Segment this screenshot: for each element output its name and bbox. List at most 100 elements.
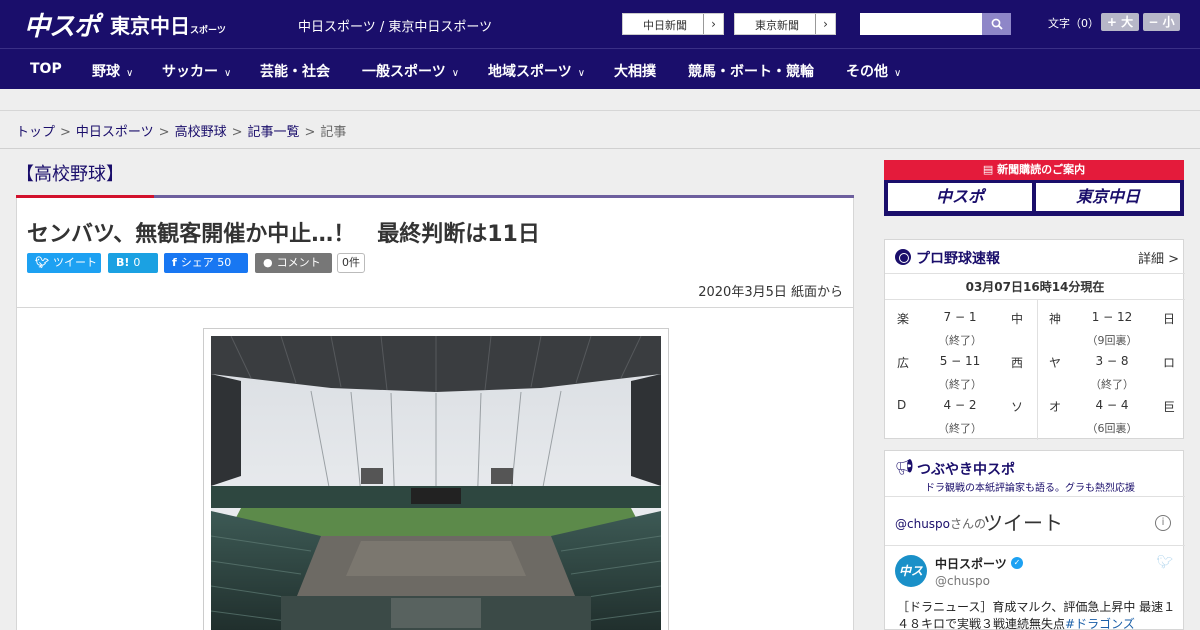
chevron-down-icon: ∨ bbox=[894, 68, 902, 79]
scores-title: プロ野球速報 bbox=[916, 251, 1000, 267]
twitter-bird-icon[interactable]: 🐦︎ bbox=[1156, 555, 1173, 570]
game-score[interactable]: 広 5 − 11 西 （終了） bbox=[885, 344, 1035, 391]
nav-label: 一般スポーツ bbox=[362, 64, 446, 80]
breadcrumb-separator: > bbox=[60, 125, 71, 140]
nav-label: TOP bbox=[30, 61, 62, 77]
site-names: 中日スポーツ / 東京中日スポーツ bbox=[298, 20, 493, 35]
team-away: 日 bbox=[1162, 312, 1175, 326]
top-header: 中スポ 東京中日スポーツ 中日スポーツ / 東京中日スポーツ 中日新聞 › 東京… bbox=[0, 0, 1200, 48]
chevron-down-icon: ∨ bbox=[451, 68, 460, 79]
tweet-text: ［ドラニュース］育成マルク、評価急上昇中 最速１４８キロで実戦３戦連続無失点#ド… bbox=[897, 599, 1177, 630]
subscribe-tokyo-logo[interactable]: 東京中日 bbox=[1036, 183, 1180, 211]
nav-label: 大相撲 bbox=[614, 64, 656, 80]
facebook-share-count: 50 bbox=[217, 256, 232, 269]
search-icon bbox=[991, 18, 1003, 30]
nav-item-soccer[interactable]: サッカー ∨ bbox=[162, 61, 231, 81]
twitter-handle[interactable]: @chuspoさんの bbox=[895, 515, 986, 532]
account-handle[interactable]: @chuspo bbox=[935, 574, 990, 588]
twitter-widget-title: つぶやき中スポ bbox=[917, 462, 1015, 478]
twitter-widget-header: 📢︎ つぶやき中スポ ドラ観戦の本紙評論家も語る。グラも熱烈応援 bbox=[885, 451, 1185, 497]
breadcrumb-chunichi-sports[interactable]: 中日スポーツ bbox=[76, 125, 154, 140]
scores-detail-link[interactable]: 詳細 > bbox=[1138, 248, 1179, 267]
subscribe-chuspo-logo[interactable]: 中スポ bbox=[888, 183, 1032, 211]
twitter-widget-subtitle: ドラ観戦の本紙評論家も語る。グラも熱烈応援 bbox=[925, 483, 1135, 494]
chevron-right-icon: › bbox=[815, 14, 835, 34]
nav-label: 競馬・ボート・競輪 bbox=[688, 64, 814, 80]
nav-item-baseball[interactable]: 野球 ∨ bbox=[92, 61, 133, 81]
hatena-bookmark-button[interactable]: B! 0 bbox=[108, 253, 158, 273]
chevron-down-icon: ∨ bbox=[577, 68, 586, 79]
tokyo-logo-text: 東京中日 bbox=[110, 14, 190, 38]
nav-item-top[interactable]: TOP bbox=[30, 61, 62, 77]
main-nav: TOP 野球 ∨ サッカー ∨ 芸能・社会 一般スポーツ ∨ 地域スポーツ ∨ 大相撲 … bbox=[0, 48, 1200, 89]
breadcrumb-separator: > bbox=[231, 125, 243, 140]
subscription-heading: ▤ 新聞購読のご案内 bbox=[884, 160, 1184, 180]
comment-label: コメント bbox=[276, 256, 321, 269]
subscription-heading-text: 新聞購読のご案内 bbox=[997, 163, 1086, 176]
nav-label: その他 bbox=[846, 64, 888, 80]
nav-item-general-sports[interactable]: 一般スポーツ ∨ bbox=[362, 61, 459, 81]
game-status: （終了） bbox=[938, 422, 982, 435]
font-smaller-button[interactable]: − 小 bbox=[1143, 13, 1180, 31]
chevron-down-icon: ∨ bbox=[126, 68, 134, 79]
team-away: ロ bbox=[1162, 356, 1175, 370]
comment-button[interactable]: ● コメント bbox=[255, 253, 332, 273]
tweet-divider bbox=[885, 545, 1185, 546]
tokyo-shimbun-link[interactable]: 東京新聞 › bbox=[734, 13, 836, 35]
megaphone-icon: 📢︎ bbox=[895, 458, 915, 476]
stadium-photo[interactable] bbox=[211, 336, 661, 630]
account-name[interactable]: 中日スポーツ bbox=[935, 555, 1007, 572]
tokyo-logo-small: スポーツ bbox=[190, 26, 226, 36]
nav-item-entertainment[interactable]: 芸能・社会 bbox=[260, 61, 330, 81]
speech-bubble-icon: ● bbox=[263, 256, 273, 269]
nav-label: サッカー bbox=[162, 64, 218, 80]
hashtag-link[interactable]: #ドラゴンズ bbox=[1065, 617, 1135, 630]
breadcrumb-current: 記事 bbox=[320, 125, 347, 140]
chunichi-shimbun-link[interactable]: 中日新聞 › bbox=[622, 13, 724, 35]
game-score[interactable]: オ 4 − 4 巨 （6回裏） bbox=[1037, 388, 1187, 435]
breadcrumb-top[interactable]: トップ bbox=[16, 125, 55, 140]
handle-text: @chuspo bbox=[895, 517, 951, 531]
breadcrumb-article-list[interactable]: 記事一覧 bbox=[248, 125, 300, 140]
chuspo-logo[interactable]: 中スポ bbox=[24, 6, 100, 43]
link-label: 東京新聞 bbox=[755, 19, 799, 32]
verified-icon: ✓ bbox=[1011, 557, 1023, 569]
ad-strip bbox=[0, 89, 1200, 111]
link-label: 中日新聞 bbox=[643, 19, 687, 32]
game-score[interactable]: ヤ 3 − 8 ロ （終了） bbox=[1037, 344, 1187, 391]
game-status: （6回裏） bbox=[1086, 422, 1138, 435]
team-away: 西 bbox=[1010, 356, 1023, 370]
search-button[interactable] bbox=[982, 13, 1011, 35]
info-icon[interactable]: i bbox=[1155, 515, 1171, 531]
search-input[interactable] bbox=[860, 13, 982, 35]
tokyo-chunichi-logo[interactable]: 東京中日スポーツ bbox=[110, 10, 226, 39]
breadcrumb-high-school-baseball[interactable]: 高校野球 bbox=[175, 125, 227, 140]
hatena-icon: B! bbox=[116, 256, 130, 269]
subscription-banner[interactable]: ▤ 新聞購読のご案内 中スポ 東京中日 bbox=[884, 160, 1184, 216]
comment-count: 0件 bbox=[337, 253, 365, 273]
nav-item-regional-sports[interactable]: 地域スポーツ ∨ bbox=[488, 61, 585, 81]
twitter-widget: 📢︎ つぶやき中スポ ドラ観戦の本紙評論家も語る。グラも熱烈応援 @chuspo… bbox=[884, 450, 1185, 630]
nav-item-other[interactable]: その他 ∨ bbox=[846, 61, 901, 81]
font-size-label: 文字（0） bbox=[1048, 17, 1099, 30]
pro-baseball-scores: プロ野球速報 詳細 > 03月07日16時14分現在 楽 7 − 1 中 （終了… bbox=[884, 239, 1187, 440]
tweet-label: ツイート bbox=[52, 256, 97, 269]
scores-header: プロ野球速報 詳細 > bbox=[885, 240, 1185, 274]
nav-item-racing[interactable]: 競馬・ボート・競輪 bbox=[688, 61, 814, 81]
twitter-bird-icon: 🐦︎ bbox=[35, 256, 49, 269]
game-score[interactable]: 楽 7 − 1 中 （終了） bbox=[885, 300, 1035, 347]
hatena-count: 0 bbox=[133, 256, 141, 269]
font-bigger-button[interactable]: + 大 bbox=[1101, 13, 1139, 31]
avatar[interactable]: 中スポ bbox=[895, 555, 927, 610]
nav-label: 芸能・社会 bbox=[260, 64, 330, 80]
baseball-icon bbox=[895, 249, 911, 265]
article-category[interactable]: 【高校野球】 bbox=[16, 160, 124, 186]
nav-item-sumo[interactable]: 大相撲 bbox=[614, 61, 656, 81]
tweet-button[interactable]: 🐦︎ ツイート bbox=[27, 253, 101, 273]
game-score[interactable]: D 4 − 2 ソ （終了） bbox=[885, 388, 1035, 435]
facebook-share-button[interactable]: f シェア 50 bbox=[164, 253, 248, 273]
facebook-share-label: シェア bbox=[180, 256, 214, 269]
game-score[interactable]: 神 1 − 12 日 （9回裏） bbox=[1037, 300, 1187, 347]
article-header: センバツ、無観客開催か中止…！ 最終判断は11日 🐦︎ ツイート B! 0 f シェア… bbox=[16, 198, 854, 308]
breadcrumb-separator: > bbox=[304, 125, 316, 140]
